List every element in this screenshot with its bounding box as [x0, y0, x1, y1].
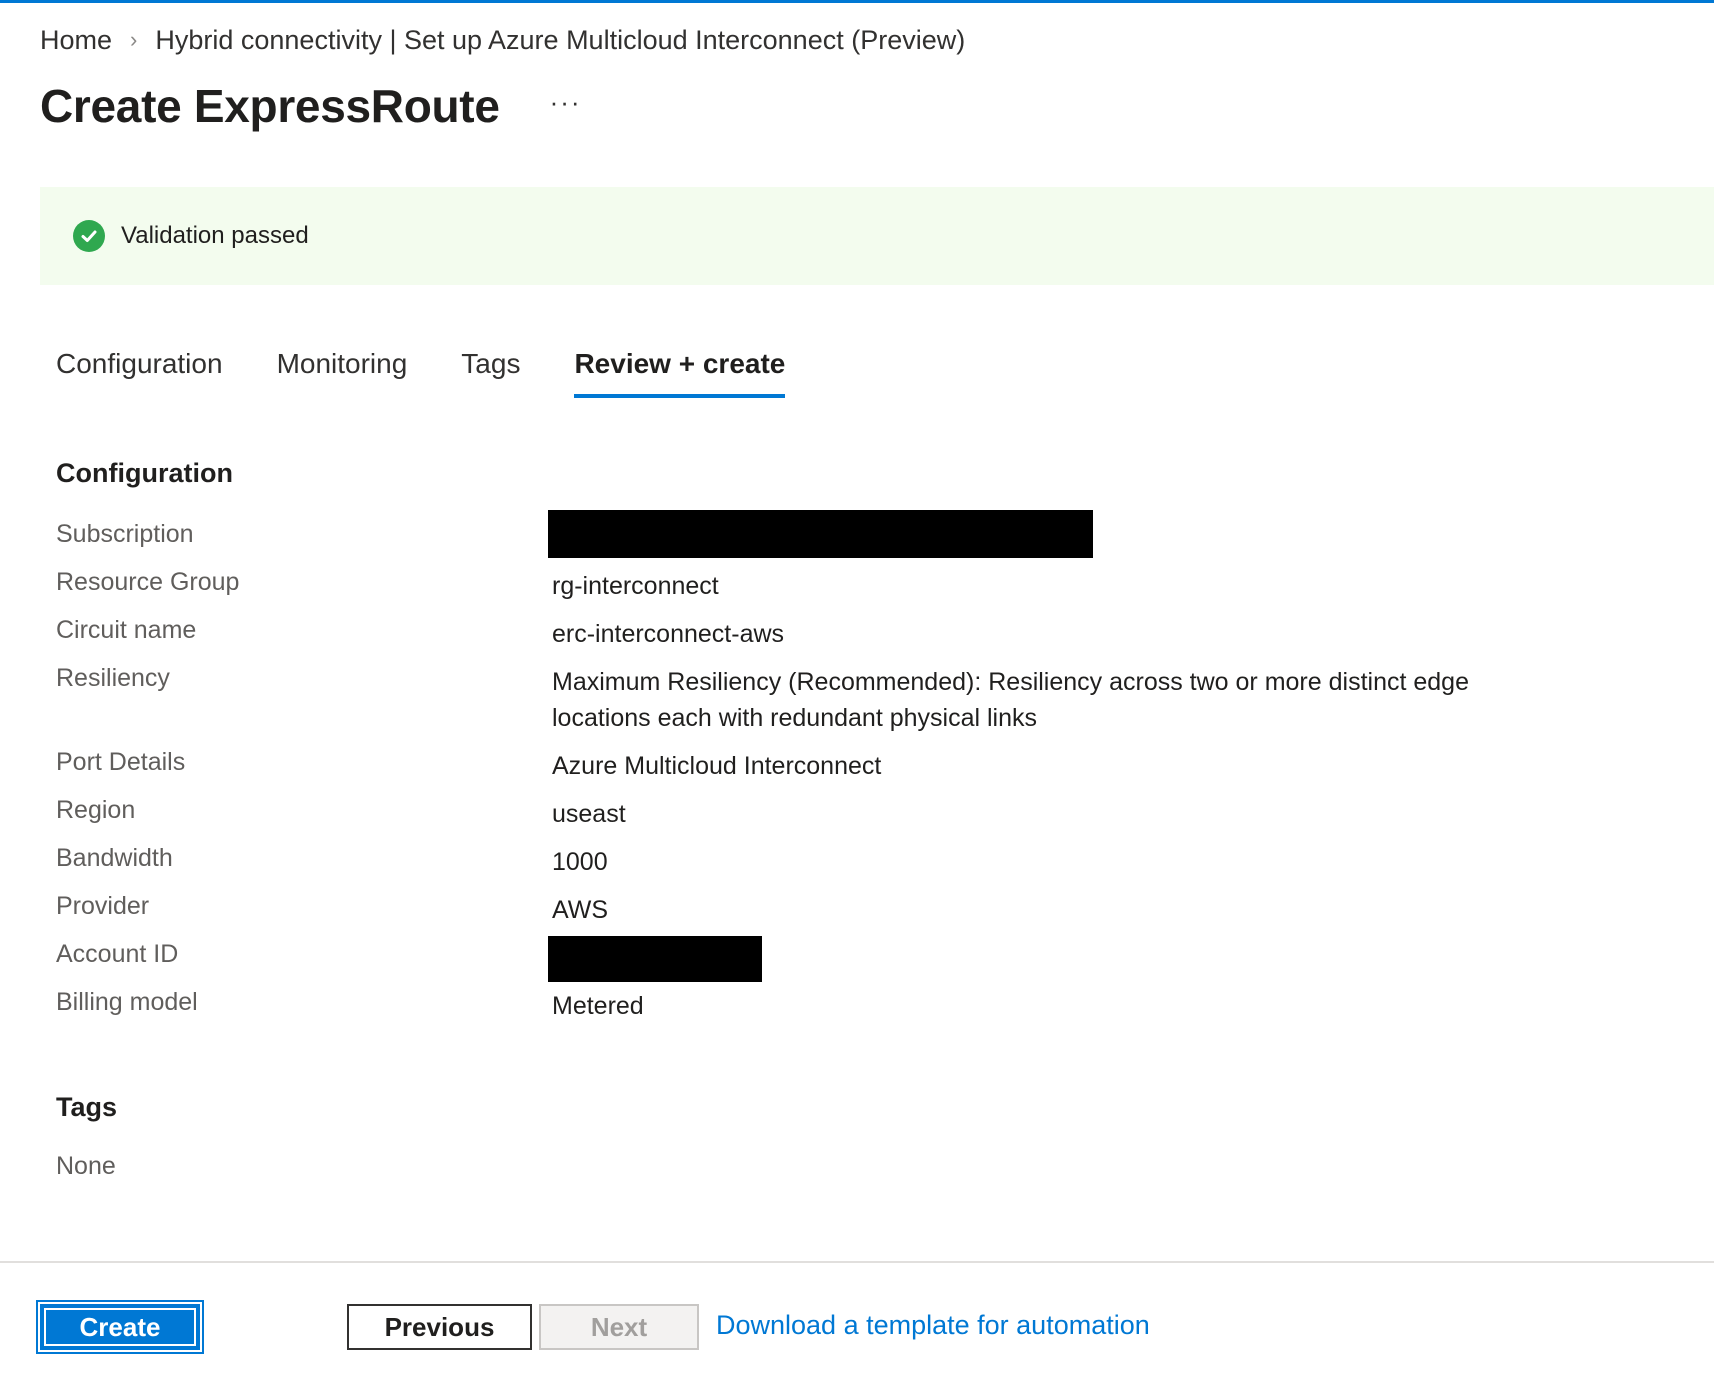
breadcrumb-hybrid-connectivity[interactable]: Hybrid connectivity | Set up Azure Multi…	[155, 25, 965, 56]
row-value: 1000	[552, 848, 608, 876]
redacted-account-id	[548, 936, 762, 982]
row-value: rg-interconnect	[552, 572, 719, 600]
check-circle-icon	[73, 220, 105, 252]
redacted-subscription	[548, 510, 1093, 558]
page-title: Create ExpressRoute	[40, 80, 500, 132]
row-value: AWS	[552, 896, 609, 924]
row-value: Metered	[552, 992, 644, 1020]
row-label: Subscription	[56, 520, 194, 548]
breadcrumb: Home › Hybrid connectivity | Set up Azur…	[40, 20, 965, 60]
validation-message: Validation passed	[121, 222, 309, 249]
row-label: Resiliency	[56, 664, 170, 692]
row-value: Azure Multicloud Interconnect	[552, 752, 882, 780]
row-label: Circuit name	[56, 616, 197, 644]
row-value: erc-interconnect-aws	[552, 620, 785, 648]
tags-value: None	[56, 1152, 116, 1180]
row-label: Account ID	[56, 940, 179, 968]
row-label: Resource Group	[56, 568, 240, 596]
create-button[interactable]: Create	[36, 1300, 204, 1354]
tab-tags[interactable]: Tags	[461, 340, 520, 388]
more-options-icon[interactable]: ···	[550, 87, 582, 118]
configuration-section-title: Configuration	[56, 458, 233, 488]
tab-bar: Configuration Monitoring Tags Review + c…	[56, 340, 839, 400]
row-label: Bandwidth	[56, 844, 173, 872]
row-label: Port Details	[56, 748, 186, 776]
previous-button[interactable]: Previous	[347, 1304, 532, 1350]
row-label: Region	[56, 796, 136, 824]
page-header: Create ExpressRoute ···	[40, 76, 582, 136]
tab-configuration[interactable]: Configuration	[56, 340, 223, 388]
validation-banner: Validation passed	[40, 187, 1714, 285]
footer-divider	[0, 1261, 1714, 1263]
download-template-link[interactable]: Download a template for automation	[716, 1310, 1150, 1341]
create-button-label: Create	[79, 1311, 161, 1342]
row-value: Maximum Resiliency (Recommended): Resili…	[552, 668, 1469, 732]
chevron-right-icon: ›	[130, 27, 138, 52]
row-value: useast	[552, 800, 626, 828]
tags-section-title: Tags	[56, 1092, 118, 1122]
row-label: Provider	[56, 892, 150, 920]
tab-review-create[interactable]: Review + create	[574, 340, 785, 398]
top-accent-bar	[0, 0, 1714, 3]
breadcrumb-home[interactable]: Home	[40, 25, 112, 56]
next-button[interactable]: Next	[539, 1304, 699, 1350]
row-label: Billing model	[56, 988, 198, 1016]
tab-monitoring[interactable]: Monitoring	[277, 340, 408, 388]
